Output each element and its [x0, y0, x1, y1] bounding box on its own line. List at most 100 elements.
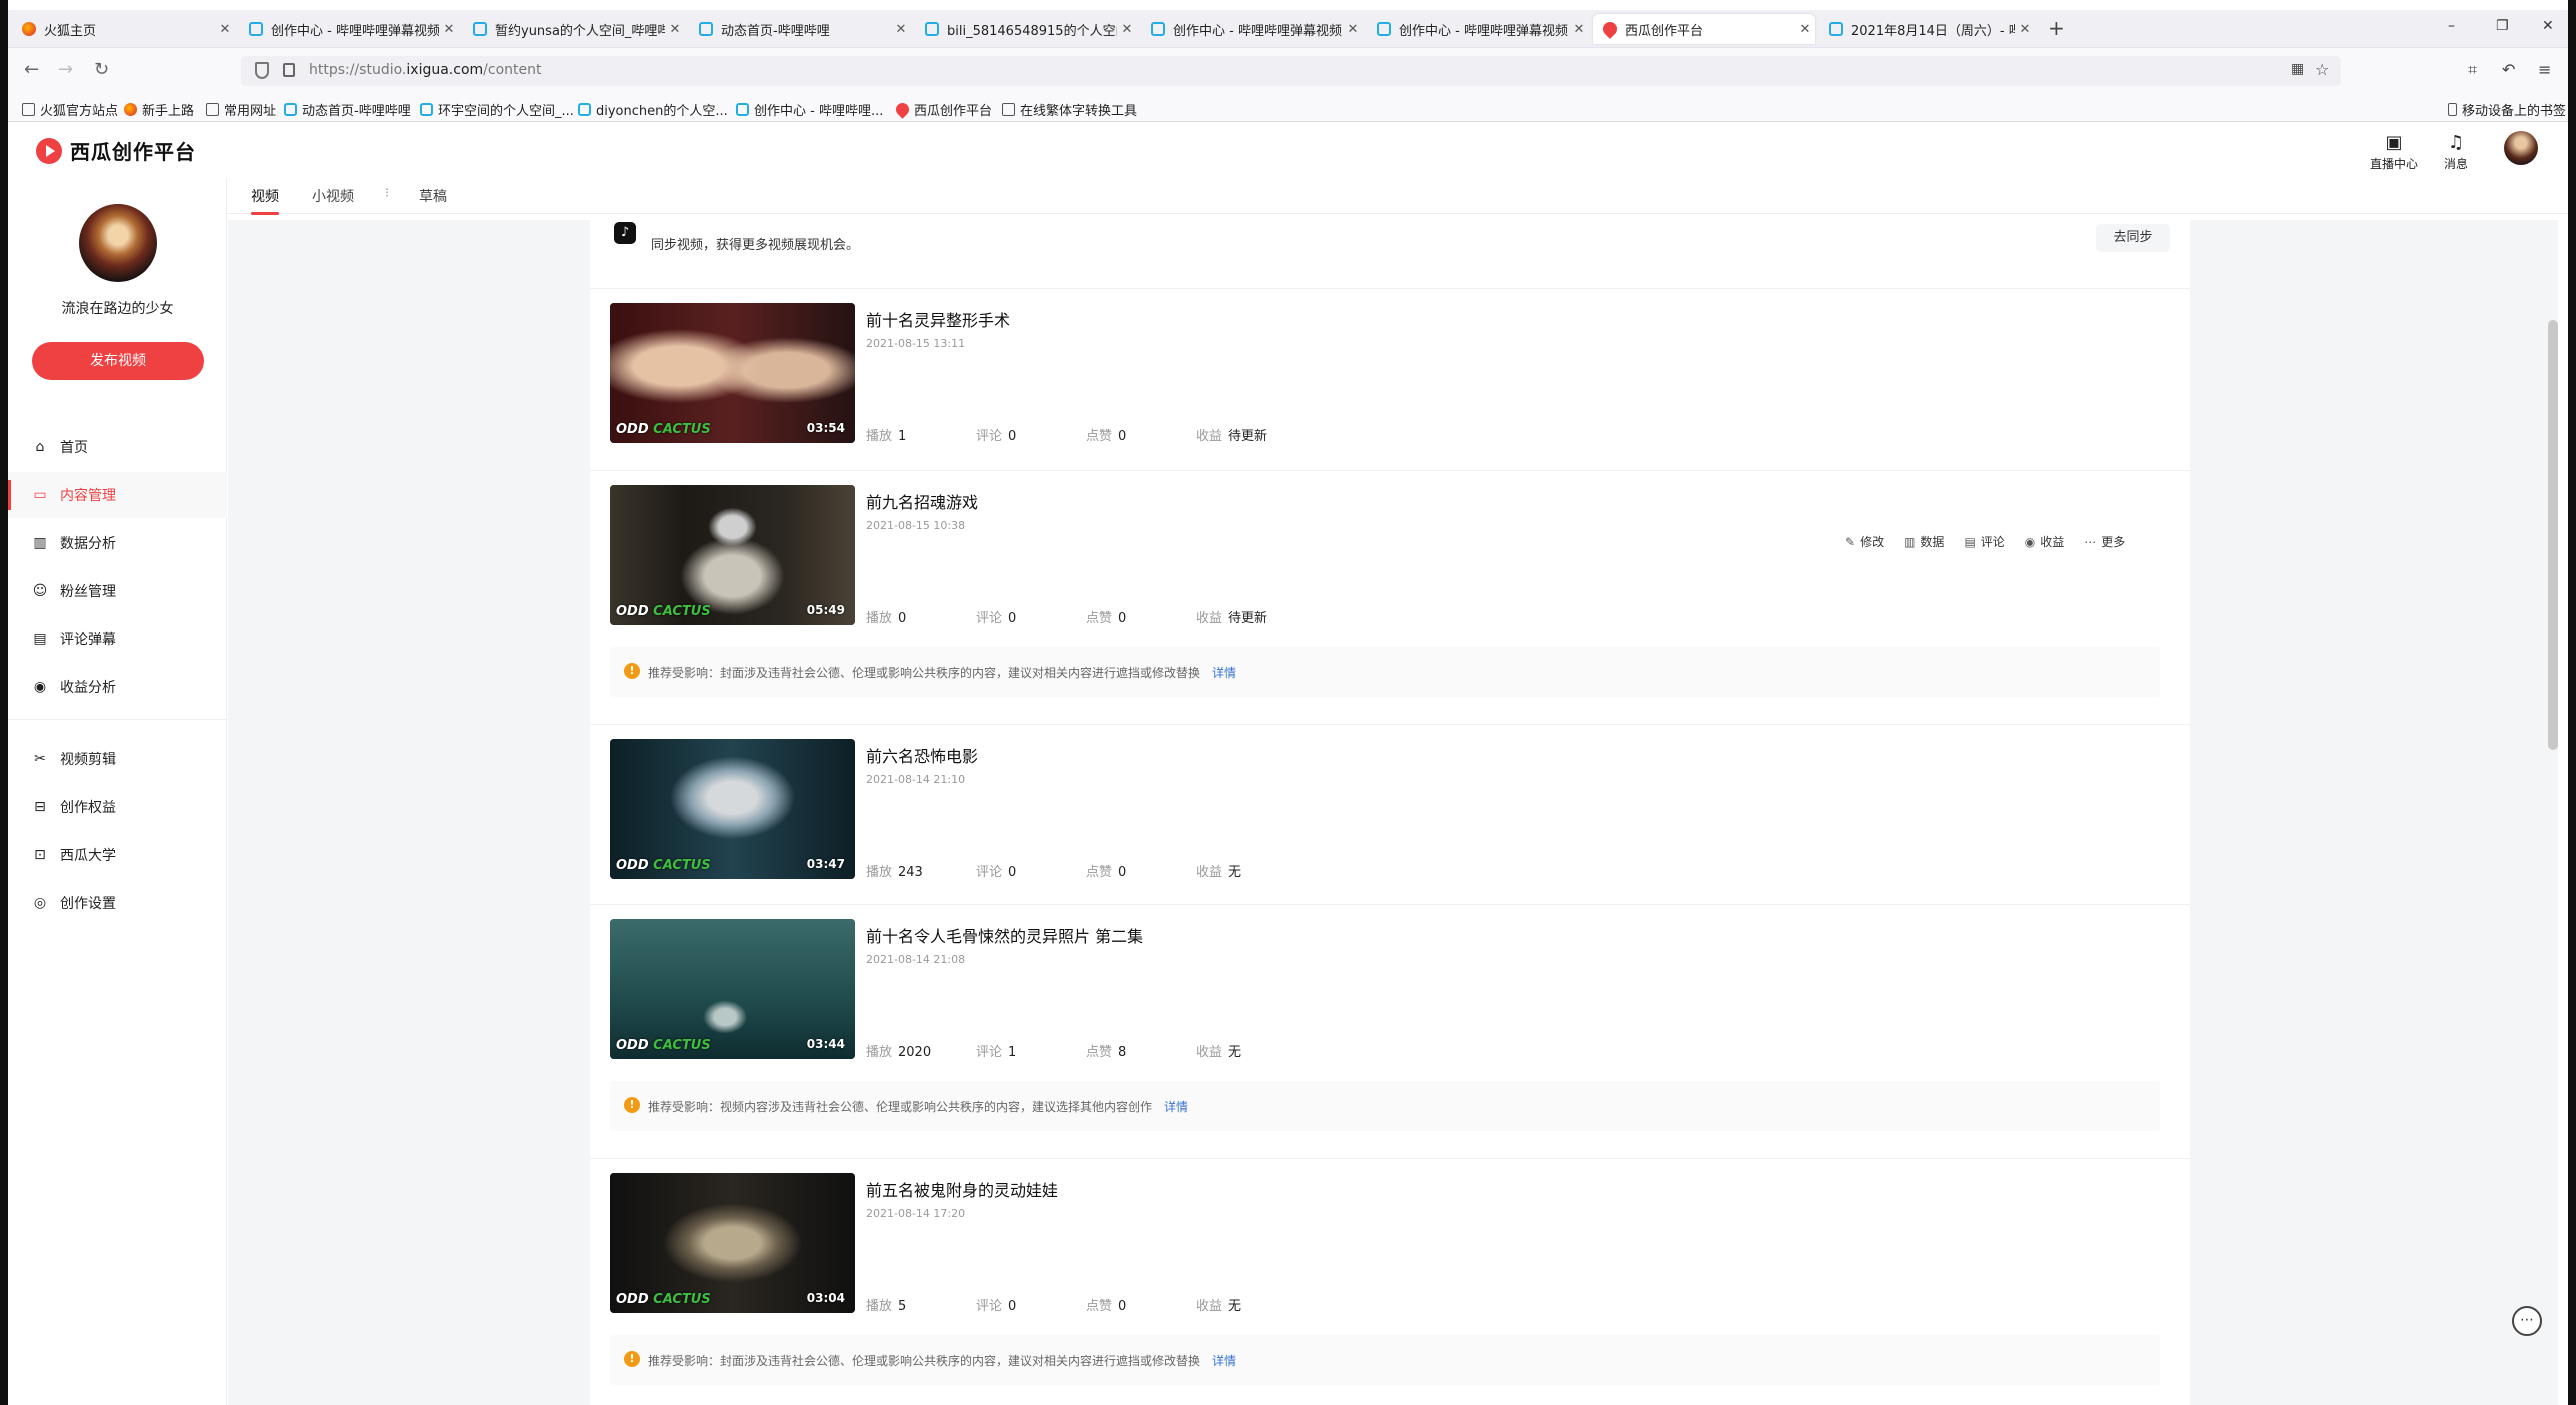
video-thumbnail[interactable]: ODD CACTUS 03:04	[610, 1173, 855, 1313]
browser-tab-bar: 火狐主页 ✕ 创作中心 - 哔哩哔哩弹幕视频网 ✕ 暂约yunsa的个人空间_哔…	[8, 10, 2568, 48]
warning-details-link[interactable]: 详情	[1212, 666, 1236, 680]
screenshot-icon[interactable]: ⌗	[2468, 60, 2477, 80]
browser-tab[interactable]: 动态首页-哔哩哔哩 ✕	[689, 14, 911, 44]
bookmark-item[interactable]: 环宇空间的个人空间_...	[420, 100, 574, 119]
video-title[interactable]: 前六名恐怖电影	[866, 743, 978, 767]
close-icon[interactable]: ✕	[1795, 22, 1815, 37]
tab-drafts[interactable]: 草稿	[419, 186, 447, 206]
sidebar-item-income[interactable]: ◉ 收益分析	[8, 664, 227, 710]
bookmark-item[interactable]: 动态首页-哔哩哔哩	[284, 100, 411, 119]
new-tab-button[interactable]: +	[2048, 16, 2065, 40]
bookmark-item[interactable]: 创作中心 - 哔哩哔哩...	[736, 100, 883, 119]
app-logo[interactable]: 西瓜创作平台	[36, 136, 196, 165]
sidebar-item-home[interactable]: ⌂ 首页	[8, 424, 227, 470]
data-action[interactable]: ▥ 数据	[1904, 533, 1944, 550]
live-center-link[interactable]: ▣ 直播中心	[2370, 132, 2418, 172]
chat-help-button[interactable]: ⋯	[2512, 1306, 2542, 1336]
browser-tab-active[interactable]: 西瓜创作平台 ✕	[1593, 14, 1815, 44]
close-window-button[interactable]: ✕	[2542, 18, 2554, 34]
address-bar[interactable]: https://studio.ixigua.com/content ▦ ☆	[241, 56, 2341, 86]
video-date: 2021-08-14 21:08	[866, 953, 966, 966]
video-title[interactable]: 前九名招魂游戏	[866, 489, 978, 513]
sidebar-item-analytics[interactable]: ▥ 数据分析	[8, 520, 227, 566]
comment-action[interactable]: ▤ 评论	[1964, 533, 2004, 550]
sidebar-item-xigua-university[interactable]: ⊡ 西瓜大学	[8, 832, 227, 878]
page-scrollbar[interactable]	[2548, 320, 2558, 750]
user-avatar[interactable]	[2504, 131, 2538, 165]
thumbnail-brand: ODD CACTUS	[616, 422, 711, 437]
url-text[interactable]: https://studio.ixigua.com/content	[309, 62, 541, 78]
stat-value: 0	[1008, 429, 1017, 444]
lock-icon[interactable]	[283, 63, 295, 77]
qr-code-icon[interactable]: ▦	[2291, 61, 2304, 77]
publish-video-button[interactable]: 发布视频	[32, 342, 204, 380]
stat-label: 点赞	[1086, 429, 1113, 444]
close-icon[interactable]: ✕	[891, 22, 911, 37]
video-thumbnail[interactable]: ODD CACTUS 05:49	[610, 485, 855, 625]
bookmark-item[interactable]: 火狐官方站点	[22, 100, 118, 119]
sidebar-item-label: 收益分析	[60, 680, 116, 696]
bookmark-item[interactable]: diyonchen的个人空...	[578, 100, 728, 119]
star-icon[interactable]: ☆	[2315, 60, 2329, 79]
bookmark-item[interactable]: 新手上路	[124, 100, 194, 119]
tab-video[interactable]: 视频	[251, 186, 279, 215]
browser-tab[interactable]: bili_58146548915的个人空间_哔 ✕	[915, 14, 1137, 44]
income-action[interactable]: ◉ 收益	[2025, 533, 2065, 550]
stat-income: 收益无	[1196, 1295, 1241, 1314]
video-title[interactable]: 前五名被鬼附身的灵动娃娃	[866, 1177, 1058, 1201]
back-button[interactable]: ←	[24, 59, 39, 80]
minimize-button[interactable]: –	[2448, 18, 2455, 34]
browser-tab[interactable]: 暂约yunsa的个人空间_哔哩哔哩 ✕	[463, 14, 685, 44]
sidebar-item-content[interactable]: ▭ 内容管理	[8, 472, 227, 518]
sync-button[interactable]: 去同步	[2096, 224, 2170, 252]
browser-tab[interactable]: 创作中心 - 哔哩哔哩弹幕视频网 ✕	[1367, 14, 1589, 44]
bilibili-icon	[925, 22, 939, 36]
video-thumbnail[interactable]: ODD CACTUS 03:47	[610, 739, 855, 879]
mobile-bookmarks[interactable]: 移动设备上的书签	[2448, 100, 2566, 119]
bookmark-item[interactable]: 常用网址	[206, 100, 276, 119]
sidebar-item-fans[interactable]: ☺ 粉丝管理	[8, 568, 227, 614]
comment-label: 评论	[1980, 535, 2005, 549]
browser-tab[interactable]: 创作中心 - 哔哩哔哩弹幕视频网 ✕	[239, 14, 459, 44]
close-icon[interactable]: ✕	[665, 22, 685, 37]
sidebar-item-settings[interactable]: ◎ 创作设置	[8, 880, 227, 926]
video-title[interactable]: 前十名灵异整形手术	[866, 307, 1010, 331]
more-action[interactable]: ⋯ 更多	[2084, 533, 2125, 550]
browser-tab[interactable]: 火狐主页 ✕	[12, 14, 235, 44]
video-thumbnail[interactable]: ODD CACTUS 03:44	[610, 919, 855, 1059]
warning-details-link[interactable]: 详情	[1212, 1354, 1236, 1368]
warning-text: 推荐受影响：视频内容涉及违背社会公德、伦理或影响公共秩序的内容，建议选择其他内容…	[648, 1098, 1188, 1115]
warning-details-link[interactable]: 详情	[1164, 1100, 1188, 1114]
stat-value: 0	[1008, 865, 1017, 880]
close-icon[interactable]: ✕	[1569, 22, 1589, 37]
close-icon[interactable]: ✕	[1343, 22, 1363, 37]
close-icon[interactable]: ✕	[439, 22, 459, 37]
browser-tab[interactable]: 2021年8月14日（周六）- 哔哩 ✕	[1819, 14, 2035, 44]
forward-button[interactable]: →	[58, 59, 73, 80]
undo-icon[interactable]: ↶	[2502, 60, 2515, 79]
browser-tab[interactable]: 创作中心 - 哔哩哔哩弹幕视频网 ✕	[1141, 14, 1363, 44]
reload-button[interactable]: ↻	[94, 59, 109, 80]
close-icon[interactable]: ✕	[2015, 22, 2035, 37]
stat-label: 播放	[866, 1299, 893, 1314]
close-icon[interactable]: ✕	[1117, 22, 1137, 37]
tab-short-video[interactable]: 小视频	[312, 186, 354, 206]
screen: 火狐主页 ✕ 创作中心 - 哔哩哔哩弹幕视频网 ✕ 暂约yunsa的个人空间_哔…	[0, 0, 2576, 1405]
restore-button[interactable]: ❐	[2496, 18, 2509, 34]
sidebar-item-video-editing[interactable]: ✂ 视频剪辑	[8, 736, 227, 782]
stat-label: 点赞	[1086, 865, 1113, 880]
video-thumbnail[interactable]: ODD CACTUS 03:54	[610, 303, 855, 443]
shield-icon[interactable]	[255, 62, 269, 79]
bookmark-item[interactable]: 西瓜创作平台	[893, 100, 992, 119]
messages-link[interactable]: ♫ 消息	[2444, 132, 2468, 172]
edit-action[interactable]: ✎ 修改	[1845, 533, 1884, 550]
avatar[interactable]	[79, 204, 157, 282]
bookmark-label: 新手上路	[142, 104, 195, 119]
video-title[interactable]: 前十名令人毛骨悚然的灵异照片 第二集	[866, 923, 1143, 947]
sidebar-item-creator-rights[interactable]: ⊟ 创作权益	[8, 784, 227, 830]
menu-icon[interactable]: ≡	[2538, 60, 2551, 79]
bookmark-item[interactable]: 在线繁体字转换工具	[1002, 100, 1137, 119]
sidebar-item-comments[interactable]: ▤ 评论弹幕	[8, 616, 227, 662]
stat-income: 收益 待更新	[1196, 607, 1267, 626]
close-icon[interactable]: ✕	[215, 22, 235, 37]
